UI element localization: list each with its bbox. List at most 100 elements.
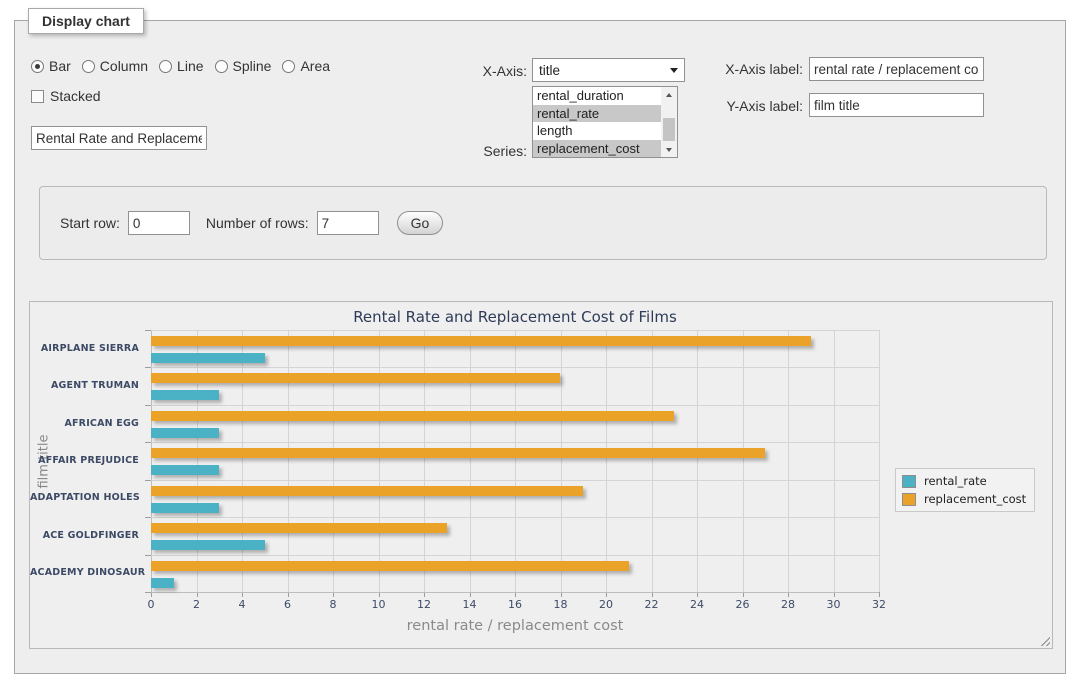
grid-line-v [470,330,471,592]
chart-bar-rental_rate [151,428,219,438]
start-row-label: Start row: [60,215,120,231]
legend-swatch-icon [902,475,916,488]
category-label: ACADEMY DINOSAUR [30,567,139,578]
grid-line-v [151,330,152,592]
radio-line[interactable]: Line [159,58,203,74]
start-row-input[interactable] [128,211,190,235]
chart-bar-replacement_cost [151,486,583,496]
x-tick-label: 22 [637,598,667,611]
go-button[interactable]: Go [397,211,444,235]
x-tick-label: 18 [546,598,576,611]
y-tick-mark [145,367,151,368]
grid-line-v [743,330,744,592]
chart-bar-replacement_cost [151,336,811,346]
scrollbar-thumb[interactable] [663,118,675,141]
category-label: AIRPLANE SIERRA [30,343,139,354]
radio-label: Line [177,58,203,74]
radio-column[interactable]: Column [82,58,148,74]
x-tick-label: 8 [318,598,348,611]
display-chart-fieldset: Display chart BarColumnLineSplineArea St… [14,20,1066,674]
number-of-rows-input[interactable] [317,211,379,235]
x-tick-labels: 02468101214161820222426283032 [151,598,879,612]
resize-handle-icon[interactable] [1038,634,1050,646]
checkbox-icon [31,90,44,103]
x-tick-label: 2 [182,598,212,611]
x-axis-select[interactable]: title [532,58,685,82]
x-tick-label: 6 [273,598,303,611]
x-tick-label: 4 [227,598,257,611]
grid-line-h [151,592,879,593]
radio-icon [159,60,172,73]
grid-line-v [834,330,835,592]
y-tick-mark [145,517,151,518]
chart-bar-replacement_cost [151,561,629,571]
grid-line-v [288,330,289,592]
legend-label: rental_rate [924,474,987,488]
grid-line-v [879,330,880,592]
series-listbox[interactable]: rental_durationrental_ratelengthreplacem… [532,86,678,158]
grid-line-v [379,330,380,592]
radio-bar[interactable]: Bar [31,58,71,74]
chart-bar-replacement_cost [151,448,765,458]
chart-bar-rental_rate [151,540,265,550]
grid-line-v [697,330,698,592]
x-tick-label: 24 [682,598,712,611]
radio-spline[interactable]: Spline [215,58,272,74]
series-option-rental_duration[interactable]: rental_duration [533,87,661,105]
grid-line-h [151,405,879,406]
grid-line-v [333,330,334,592]
y-axis-label-input[interactable] [809,93,984,117]
chart-bar-rental_rate [151,503,219,513]
dropdown-arrow-icon [670,68,678,73]
chart-title-input[interactable] [31,126,207,150]
radio-label: Area [300,58,330,74]
radio-label: Column [100,58,148,74]
grid-line-v [515,330,516,592]
y-tick-mark [145,330,151,331]
scrollbar[interactable] [661,87,677,157]
radio-area[interactable]: Area [282,58,330,74]
radio-icon [82,60,95,73]
series-options: rental_durationrental_ratelengthreplacem… [533,87,661,157]
chart-type-radios: Bar Column Line Spline Area [31,58,330,74]
x-tick-mark [879,592,880,597]
grid-line-v [561,330,562,592]
radio-icon [31,60,44,73]
x-tick-label: 16 [500,598,530,611]
category-label: ACE GOLDFINGER [30,530,139,541]
grid-line-h [151,442,879,443]
series-option-replacement_cost[interactable]: replacement_cost [533,140,661,158]
scroll-down-icon [666,148,672,152]
x-axis-title: rental rate / replacement cost [151,618,879,634]
chart-legend: rental_ratereplacement_cost [895,468,1035,512]
chart-bar-rental_rate [151,353,265,363]
chart-bar-rental_rate [151,578,174,588]
row-controls-box: Start row: Number of rows: Go [39,186,1047,260]
x-tick-label: 26 [728,598,758,611]
scroll-down-button[interactable] [661,142,677,157]
x-tick-label: 32 [864,598,894,611]
grid-line-h [151,480,879,481]
chart-bar-rental_rate [151,390,219,400]
grid-line-v [788,330,789,592]
category-labels: AIRPLANE SIERRAAGENT TRUMANAFRICAN EGGAF… [30,330,145,592]
x-tick-label: 0 [136,598,166,611]
scroll-up-icon [666,93,672,97]
y-tick-mark [145,405,151,406]
y-tick-mark [145,555,151,556]
radio-icon [215,60,228,73]
y-axis-label-label: Y-Axis label: [703,98,803,114]
series-option-length[interactable]: length [533,122,661,140]
chart-bar-replacement_cost [151,373,560,383]
chart-container: Rental Rate and Replacement Cost of Film… [29,301,1053,649]
page: Display chart BarColumnLineSplineArea St… [0,0,1081,681]
grid-line-v [652,330,653,592]
stacked-checkbox[interactable]: Stacked [31,88,101,104]
series-option-rental_rate[interactable]: rental_rate [533,105,661,123]
chart-bar-rental_rate [151,465,219,475]
scroll-up-button[interactable] [661,87,677,102]
x-axis-label-input[interactable] [809,57,984,81]
plot-area [151,330,879,592]
grid-line-v [242,330,243,592]
x-axis-selected-value: title [539,63,560,78]
